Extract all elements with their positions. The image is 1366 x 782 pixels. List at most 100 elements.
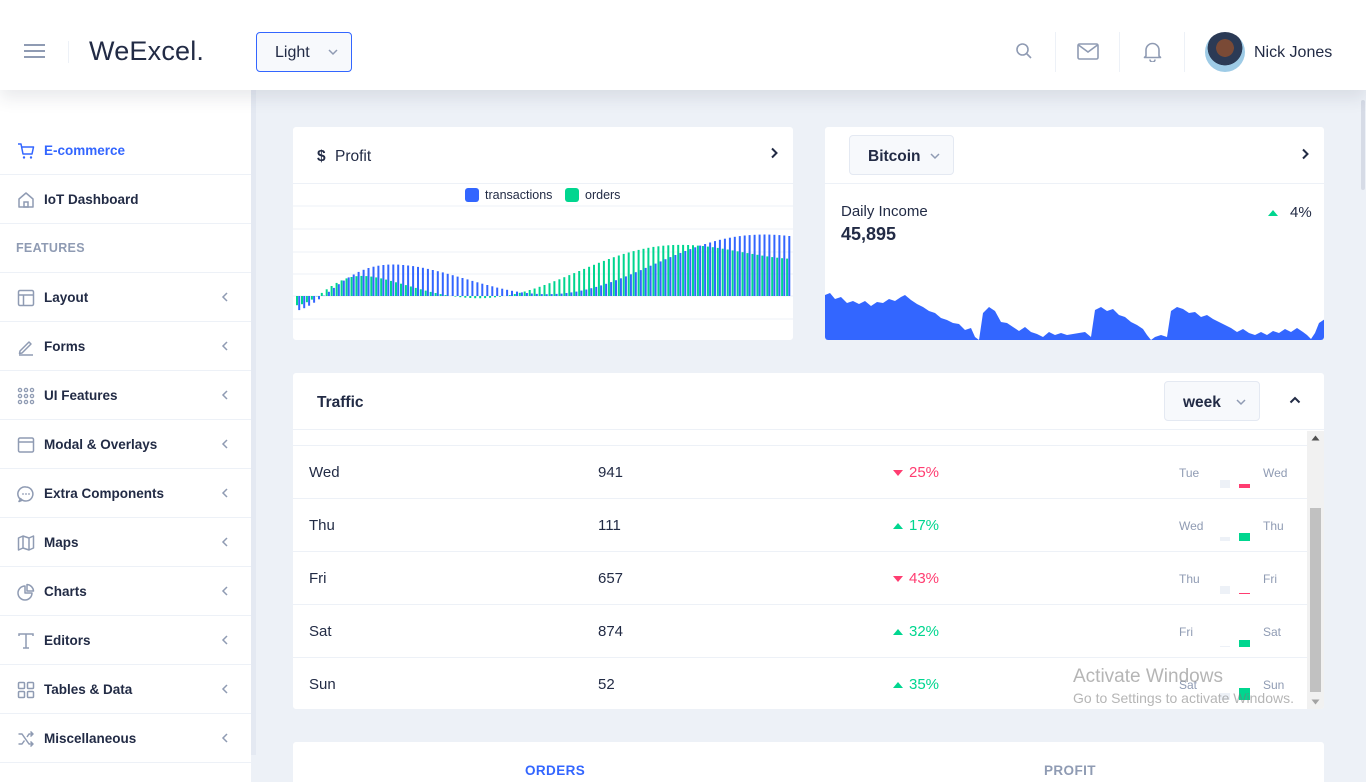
sidebar-item-extra-components[interactable]: Extra Components	[0, 469, 251, 518]
transactions-bar	[298, 296, 301, 311]
scroll-up-icon[interactable]	[1311, 435, 1320, 441]
sidebar-scrollbar[interactable]	[251, 90, 256, 755]
keypad-icon	[17, 387, 35, 405]
orders-bar	[711, 247, 714, 296]
chevron-left-icon	[221, 684, 228, 694]
shuffle-icon	[18, 730, 34, 748]
orders-bar	[489, 296, 492, 298]
traffic-card-header: Traffic week	[293, 373, 1324, 430]
bell-icon[interactable]	[1143, 41, 1162, 62]
transactions-bar	[303, 296, 306, 309]
header: WeExcel. Light Nick Jones	[0, 0, 1366, 90]
orders-bar	[484, 296, 487, 299]
chevron-left-icon	[221, 586, 228, 596]
transactions-bar	[417, 266, 419, 296]
transactions-bar	[689, 249, 692, 296]
period-select[interactable]: week	[1164, 381, 1260, 421]
sidebar-item-ui-features[interactable]: UI Features	[0, 371, 251, 420]
tab-orders[interactable]: ORDERS	[525, 763, 585, 778]
layout-icon	[17, 289, 35, 307]
transactions-bar	[610, 282, 613, 296]
row-prev-day: Wed	[1179, 519, 1204, 533]
sidebar-item-charts[interactable]: Charts	[0, 567, 251, 616]
traffic-scrollbar[interactable]	[1307, 431, 1324, 709]
transactions-bar	[753, 234, 756, 296]
orders-bar	[726, 249, 729, 296]
transactions-bar	[699, 245, 702, 296]
email-icon[interactable]	[1077, 43, 1099, 60]
sidebar-item-forms[interactable]: Forms	[0, 322, 251, 371]
orders-bar	[563, 277, 566, 296]
orders-bar	[464, 296, 467, 298]
tab-profit[interactable]: PROFIT	[1044, 763, 1096, 778]
transactions-bar	[783, 235, 786, 296]
row-day: Sun	[309, 676, 336, 693]
search-icon[interactable]	[1015, 42, 1033, 60]
row-delta-value: 25%	[909, 464, 940, 481]
orders-bar	[667, 245, 670, 296]
transactions-bar	[471, 280, 474, 296]
logo-divider	[68, 41, 69, 63]
row-delta-value: 17%	[909, 517, 940, 534]
orders-bar	[736, 251, 739, 296]
chevron-right-icon[interactable]	[770, 147, 778, 159]
transactions-bar	[659, 261, 662, 296]
transactions-bar	[763, 234, 766, 296]
transactions-bar	[436, 271, 439, 296]
sidebar-item-layout[interactable]: Layout	[0, 273, 251, 322]
page-scrollbar-thumb[interactable]	[1361, 100, 1365, 190]
sidebar-item-modal-overlays[interactable]: Modal & Overlays	[0, 420, 251, 469]
page-scrollbar[interactable]	[1360, 90, 1366, 782]
app-logo[interactable]: WeExcel.	[89, 36, 204, 67]
transactions-bar	[511, 290, 513, 296]
currency-select[interactable]: Bitcoin	[849, 135, 954, 175]
orders-bar	[751, 253, 754, 296]
transactions-bar	[714, 241, 716, 296]
transactions-bar	[347, 277, 350, 296]
transactions-bar	[516, 291, 518, 296]
chevron-up-icon[interactable]	[1289, 395, 1301, 405]
transactions-bar	[520, 292, 523, 296]
sidebar-item-tables-data[interactable]: Tables & Data	[0, 665, 251, 714]
chevron-left-icon	[221, 439, 228, 449]
transactions-bar	[535, 293, 538, 296]
orders-bar	[776, 257, 779, 296]
row-delta: 35%	[893, 676, 939, 693]
chevron-left-icon	[221, 537, 228, 547]
transactions-bar	[421, 267, 424, 296]
transactions-bar	[397, 264, 400, 296]
orders-bar	[786, 258, 789, 296]
daily-income-label: Daily Income	[841, 203, 928, 220]
sidebar-item-e-commerce[interactable]: E-commerce	[0, 126, 251, 175]
sidebar-item-iot-dashboard[interactable]: IoT Dashboard	[0, 175, 251, 224]
prev-level-bar	[1220, 586, 1230, 594]
header-divider	[1184, 32, 1185, 72]
avatar[interactable]	[1205, 32, 1245, 72]
transactions-bar	[506, 289, 509, 296]
user-name[interactable]: Nick Jones	[1254, 44, 1332, 62]
sidebar-item-maps[interactable]: Maps	[0, 518, 251, 567]
menu-icon[interactable]	[24, 44, 45, 62]
orders-bar	[642, 248, 645, 296]
sidebar-item-miscellaneous[interactable]: Miscellaneous	[0, 714, 251, 763]
income-delta-value: 4%	[1290, 204, 1312, 221]
theme-select[interactable]: Light	[256, 32, 352, 72]
scrollbar-thumb[interactable]	[1310, 508, 1321, 692]
transactions-bar	[318, 296, 320, 300]
chevron-left-icon	[221, 733, 228, 743]
transactions-bar	[332, 287, 335, 296]
chevron-right-icon[interactable]	[1301, 148, 1309, 160]
transactions-bar	[718, 239, 721, 296]
orders-bar	[701, 246, 704, 296]
transactions-bar	[431, 270, 434, 296]
transactions-bar	[709, 242, 712, 296]
orders-bar	[647, 247, 650, 296]
profit-title: Profit	[335, 148, 372, 165]
orders-bar	[370, 276, 373, 296]
transactions-bar	[585, 289, 588, 296]
scroll-down-icon[interactable]	[1311, 699, 1320, 705]
sidebar-item-editors[interactable]: Editors	[0, 616, 251, 665]
transactions-bar	[342, 280, 345, 296]
row-day: Thu	[309, 517, 335, 534]
transactions-bar	[392, 264, 395, 296]
